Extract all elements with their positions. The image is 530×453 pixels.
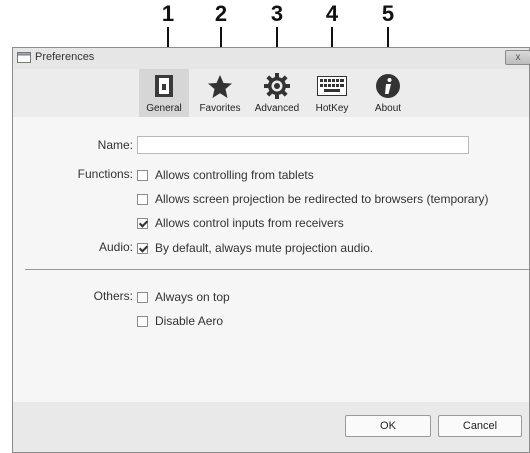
checkbox-tablets-label: Allows controlling from tablets — [155, 168, 314, 182]
tab-advanced-label: Advanced — [254, 103, 300, 114]
audio-option-mute[interactable]: By default, always mute projection audio… — [137, 240, 373, 256]
tab-about-label: About — [374, 103, 402, 114]
callout-3: 3 — [270, 1, 284, 26]
callout-5: 5 — [381, 1, 395, 26]
tab-general[interactable]: General — [139, 69, 189, 117]
preferences-window: Preferences x General Favorites Advanced… — [12, 47, 530, 453]
others-label: Others: — [93, 289, 133, 303]
checkbox-browsers[interactable] — [137, 193, 148, 205]
callout-2: 2 — [214, 1, 228, 26]
checkbox-disable-aero-label: Disable Aero — [155, 314, 224, 328]
info-icon — [373, 73, 403, 99]
close-button[interactable]: x — [505, 50, 530, 65]
function-option-browsers[interactable]: Allows screen projection be redirected t… — [137, 191, 488, 207]
checkbox-disable-aero[interactable] — [137, 315, 148, 327]
star-icon — [205, 73, 235, 99]
checkbox-browsers-label: Allows screen projection be redirected t… — [155, 192, 489, 206]
callout-1: 1 — [161, 1, 175, 26]
title-bar[interactable]: Preferences x — [13, 48, 530, 70]
audio-label: Audio: — [98, 240, 133, 254]
others-option-disable-aero[interactable]: Disable Aero — [137, 313, 223, 329]
general-icon — [149, 73, 179, 99]
checkbox-receivers[interactable] — [137, 217, 148, 229]
tab-favorites-label: Favorites — [199, 103, 241, 114]
tab-about[interactable]: About — [365, 69, 411, 117]
general-settings-panel: Name: Functions: Allows controlling from… — [13, 117, 529, 402]
others-option-always-on-top[interactable]: Always on top — [137, 289, 230, 305]
checkbox-mute-audio[interactable] — [137, 242, 148, 254]
functions-label: Functions: — [77, 167, 133, 181]
name-label: Name: — [97, 138, 133, 152]
cancel-button[interactable]: Cancel — [438, 415, 522, 437]
gear-icon — [262, 73, 292, 99]
keyboard-icon — [317, 73, 347, 99]
function-option-receivers[interactable]: Allows control inputs from receivers — [137, 215, 344, 231]
checkbox-always-on-top-label: Always on top — [155, 290, 230, 304]
name-input[interactable] — [137, 136, 469, 154]
close-icon: x — [515, 52, 521, 63]
function-option-tablets[interactable]: Allows controlling from tablets — [137, 167, 314, 183]
checkbox-receivers-label: Allows control inputs from receivers — [155, 216, 344, 230]
preferences-toolbar: General Favorites Advanced HotKey About — [13, 69, 529, 117]
section-divider — [25, 269, 529, 270]
tab-favorites[interactable]: Favorites — [193, 69, 247, 117]
tab-hotkey[interactable]: HotKey — [309, 69, 355, 117]
window-icon — [17, 52, 31, 63]
tab-hotkey-label: HotKey — [315, 103, 349, 114]
checkbox-tablets[interactable] — [137, 169, 148, 181]
tab-advanced[interactable]: Advanced — [249, 69, 305, 117]
checkbox-mute-audio-label: By default, always mute projection audio… — [155, 241, 374, 255]
tab-general-label: General — [146, 103, 182, 114]
ok-button[interactable]: OK — [345, 415, 431, 437]
callout-4: 4 — [325, 1, 339, 26]
checkbox-always-on-top[interactable] — [137, 291, 148, 303]
dialog-footer: OK Cancel — [13, 402, 529, 452]
window-title: Preferences — [35, 51, 95, 63]
